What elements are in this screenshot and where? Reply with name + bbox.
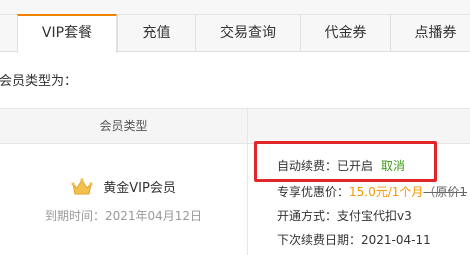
table-header: 会员类型 (0, 108, 470, 144)
member-name: 黄金VIP会员 (103, 181, 176, 196)
column-divider (247, 144, 248, 255)
expire-date: 到期时间：2021年04月12日 (44, 209, 203, 223)
pay-method: 开通方式：支付宝代扣v3 (277, 209, 412, 223)
tab-vip-package[interactable]: VIP套餐 (17, 14, 117, 53)
tab-on-demand-coupon[interactable]: 点播券 (390, 14, 470, 52)
price-label: 专享优惠价： (277, 185, 350, 199)
tab-recharge[interactable]: 充值 (117, 14, 195, 52)
next-renew-date: 下次续费日期：2021-04-11 (277, 233, 431, 247)
tab-voucher[interactable]: 代金券 (300, 14, 390, 52)
highlight-box (254, 141, 437, 182)
original-price: （原价1 (423, 185, 468, 199)
price-row: 专享优惠价：15.0元/1个月（原价1 (277, 183, 467, 200)
member-type-prompt: 会员类型为： (0, 74, 78, 89)
tab-bar-lead (0, 14, 17, 52)
header-divider (247, 109, 248, 143)
price-value: 15.0元/1个月 (349, 185, 424, 199)
crown-icon (71, 177, 93, 196)
member-type-cell: 黄金VIP会员 (0, 176, 247, 198)
header-member-type: 会员类型 (99, 119, 148, 133)
tab-transaction-query[interactable]: 交易查询 (195, 14, 300, 52)
